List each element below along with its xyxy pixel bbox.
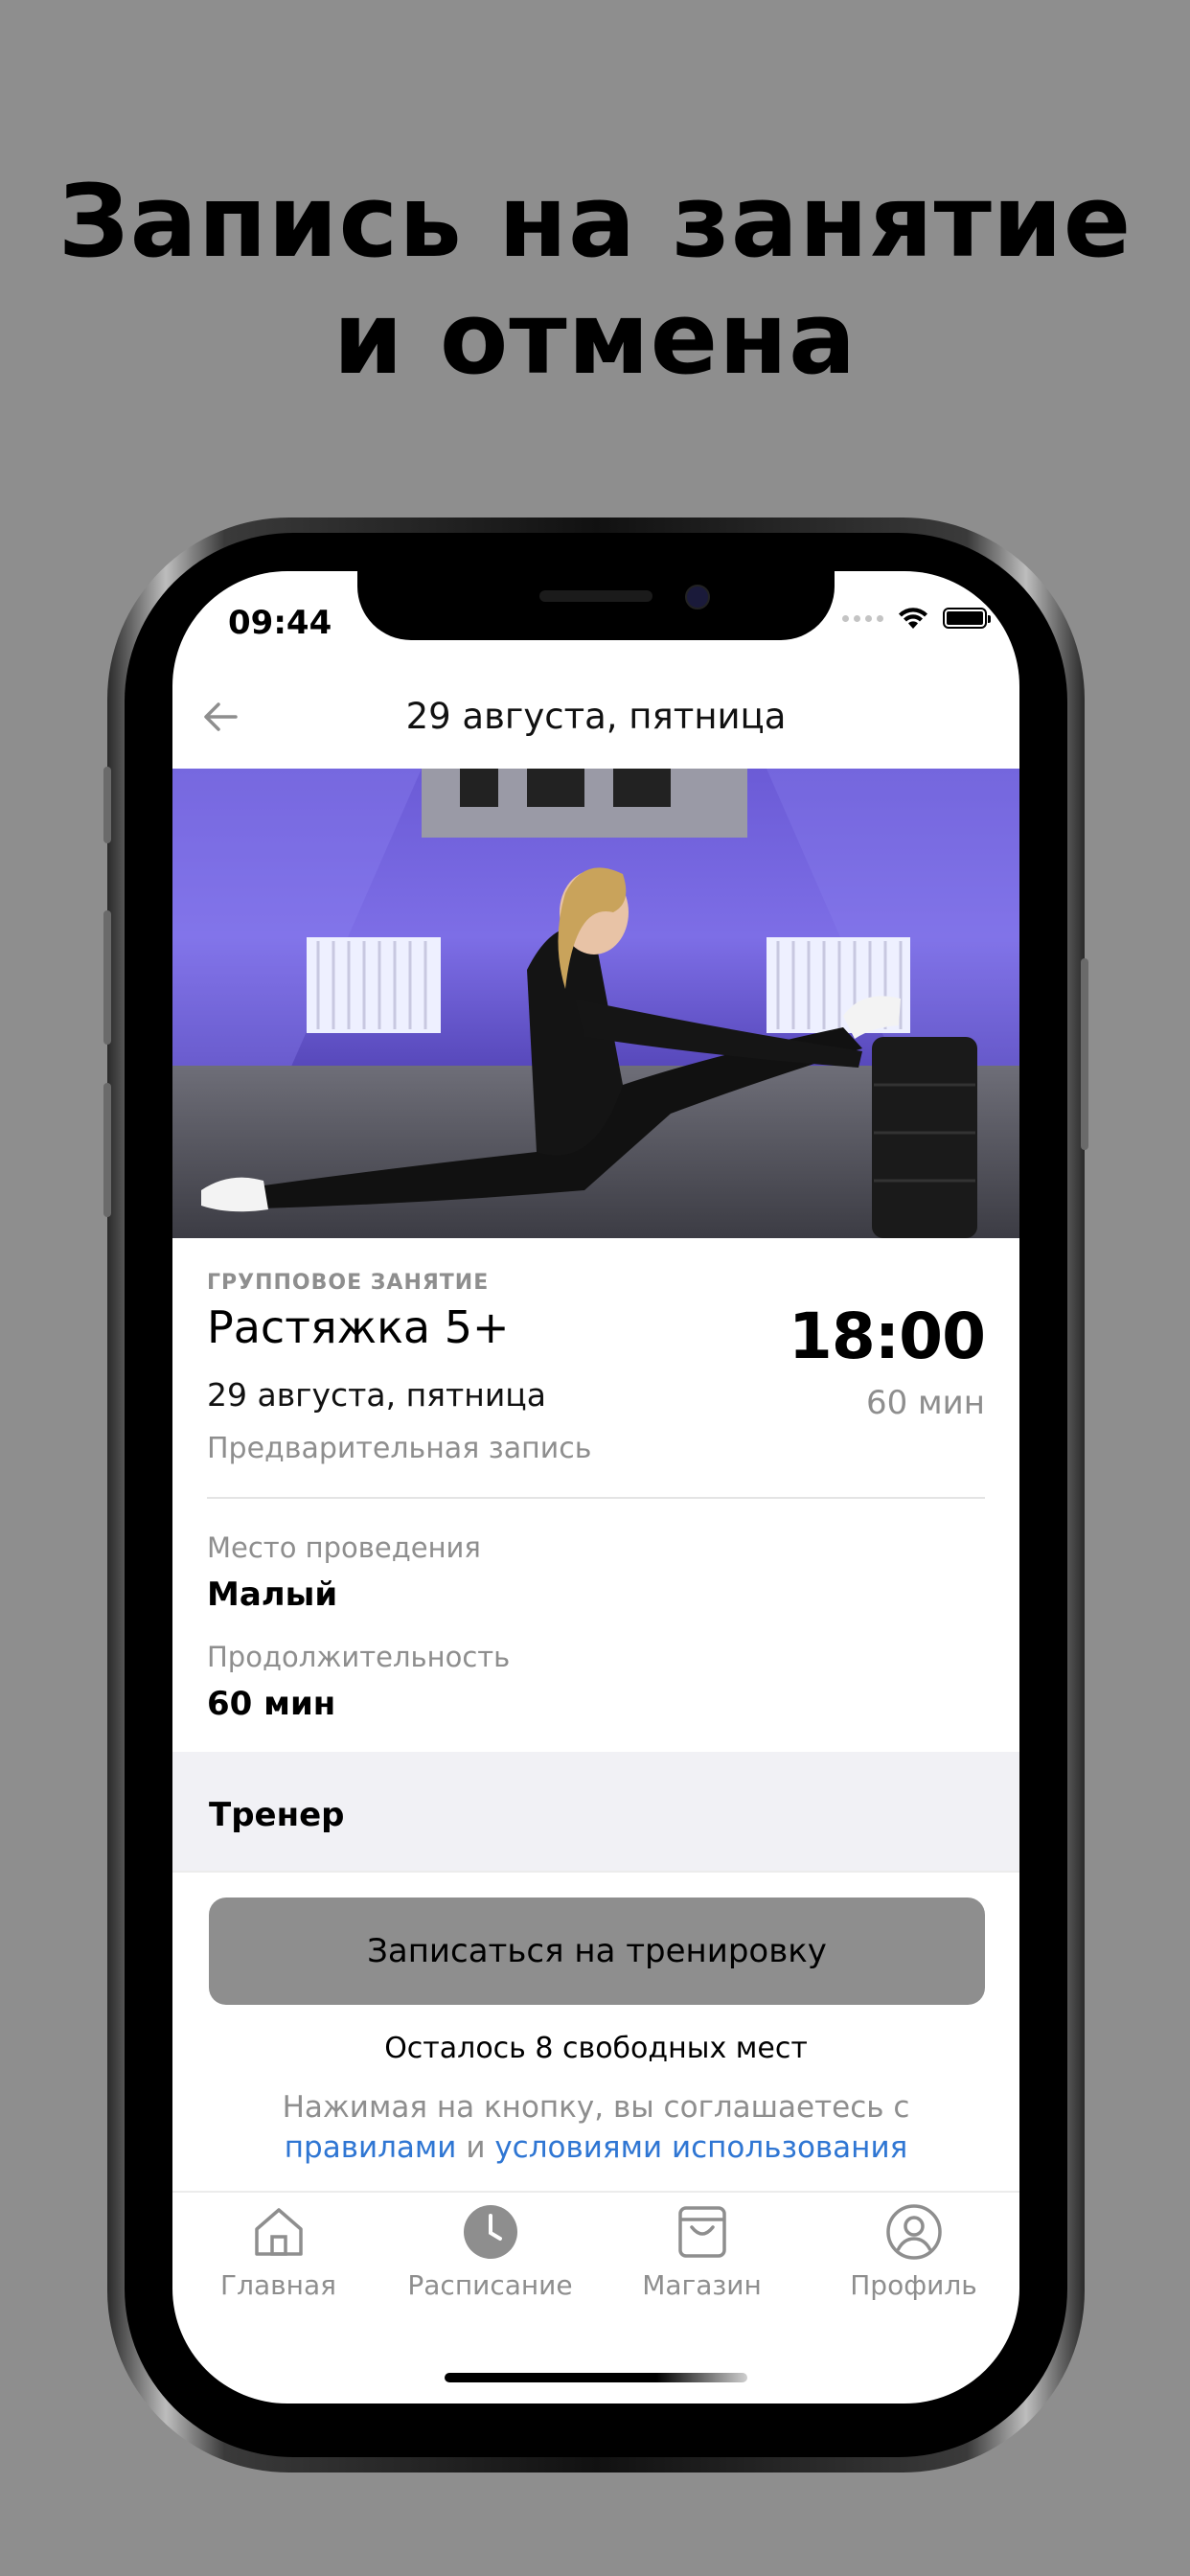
class-photo bbox=[172, 769, 1019, 1238]
status-icons bbox=[842, 606, 991, 631]
trainer-section[interactable]: Тренер bbox=[172, 1752, 1019, 1871]
navigation-bar: 29 августа, пятница bbox=[172, 667, 1019, 767]
tab-home-label: Главная bbox=[220, 2269, 336, 2301]
user-circle-icon bbox=[885, 2204, 942, 2260]
tab-profile[interactable]: Профиль bbox=[808, 2202, 1019, 2301]
status-time: 09:44 bbox=[228, 604, 332, 642]
trainer-label: Тренер bbox=[209, 1796, 345, 1834]
tab-schedule-label: Расписание bbox=[407, 2269, 573, 2301]
promo-title: Запись на занятие и отмена bbox=[0, 163, 1190, 397]
battery-icon bbox=[943, 608, 991, 629]
home-icon bbox=[254, 2208, 303, 2256]
booking-type: Предварительная запись bbox=[207, 1432, 592, 1465]
phone-volume-down bbox=[103, 1083, 111, 1217]
class-name: Растяжка 5+ bbox=[207, 1301, 510, 1353]
phone-volume-up bbox=[103, 910, 111, 1045]
home-indicator bbox=[445, 2373, 747, 2382]
promo-title-line2: и отмена bbox=[332, 280, 858, 397]
tab-schedule[interactable]: Расписание bbox=[384, 2202, 596, 2301]
duration-label: Продолжительность bbox=[207, 1641, 511, 1673]
signup-button[interactable]: Записаться на тренировку bbox=[209, 1898, 985, 2005]
wifi-icon bbox=[899, 608, 927, 629]
phone-mute-switch bbox=[103, 767, 111, 843]
signal-icon bbox=[842, 614, 883, 622]
class-duration: 60 мин bbox=[865, 1384, 985, 1422]
tab-home[interactable]: Главная bbox=[172, 2202, 384, 2301]
speaker bbox=[539, 590, 652, 602]
tab-profile-label: Профиль bbox=[850, 2269, 977, 2301]
terms-and: и bbox=[466, 2130, 486, 2165]
shopping-bag-icon bbox=[677, 2206, 726, 2258]
duration-value: 60 мин bbox=[207, 1685, 336, 1723]
clock-icon bbox=[463, 2205, 517, 2259]
class-date: 29 августа, пятница bbox=[207, 1376, 546, 1414]
terms-prefix: Нажимая на кнопку, вы соглашаетесь с bbox=[282, 2090, 910, 2125]
front-camera bbox=[685, 585, 710, 610]
section-divider bbox=[172, 1871, 1019, 1873]
conditions-link[interactable]: условиями использования bbox=[494, 2130, 907, 2165]
promo-title-line1: Запись на занятие bbox=[57, 163, 1133, 280]
phone-power-button bbox=[1081, 958, 1088, 1150]
divider bbox=[207, 1497, 985, 1499]
class-type-label: ГРУППОВОЕ ЗАНЯТИЕ bbox=[207, 1271, 490, 1295]
phone-screen: 09:44 29 августа, пятница ГРУППОВОЕ ЗАНЯ… bbox=[172, 571, 1019, 2404]
location-value: Малый bbox=[207, 1576, 338, 1614]
notch bbox=[357, 571, 835, 640]
page-title: 29 августа, пятница bbox=[405, 696, 787, 737]
class-start-time: 18:00 bbox=[788, 1300, 986, 1373]
location-label: Место проведения bbox=[207, 1531, 481, 1564]
seats-left: Осталось 8 свободных мест bbox=[384, 2032, 808, 2065]
terms-text: Нажимая на кнопку, вы соглашаетесь с пра… bbox=[172, 2087, 1019, 2168]
class-info: ГРУППОВОЕ ЗАНЯТИЕ Растяжка 5+ 29 августа… bbox=[207, 1271, 986, 1465]
tab-shop[interactable]: Магазин bbox=[596, 2202, 808, 2301]
tab-bar: Главная Расписание Магазин Профиль bbox=[172, 2191, 1019, 2315]
tab-shop-label: Магазин bbox=[642, 2269, 762, 2301]
rules-link[interactable]: правилами bbox=[285, 2130, 457, 2165]
